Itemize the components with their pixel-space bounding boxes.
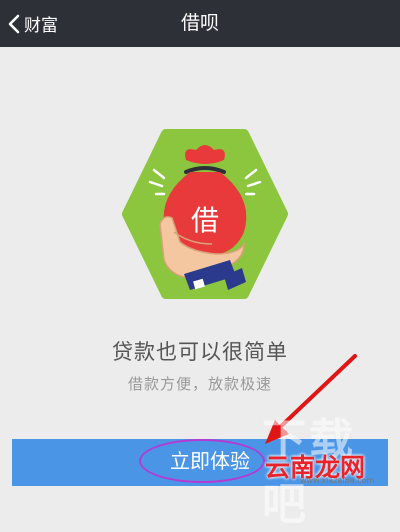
- try-now-label: 立即体验: [170, 451, 250, 473]
- chevron-left-icon: [8, 14, 20, 34]
- nav-bar: 财富 借呗: [0, 0, 400, 47]
- money-bag-icon: 借: [122, 129, 288, 299]
- back-label: 财富: [24, 16, 58, 36]
- try-now-button[interactable]: 立即体验: [12, 439, 388, 486]
- bag-character: 借: [191, 204, 219, 237]
- headline: 贷款也可以很简单: [112, 340, 288, 364]
- back-button[interactable]: 财富: [8, 0, 58, 47]
- subline: 借款方便，放款极速: [127, 375, 272, 393]
- page-title: 借呗: [180, 12, 219, 34]
- hero-illustration: 借: [120, 128, 290, 300]
